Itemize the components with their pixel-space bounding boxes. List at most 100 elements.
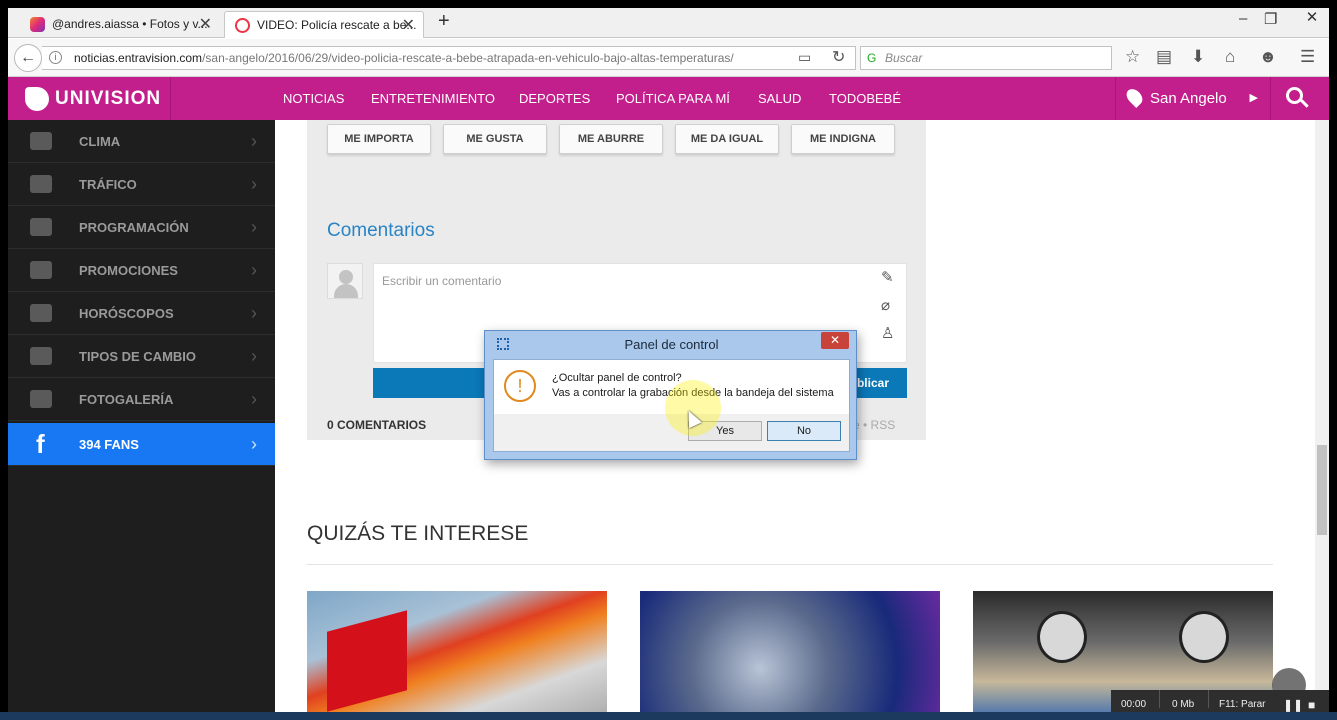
divider [1208,690,1209,708]
traffic-light-icon [30,175,52,193]
tab-instagram[interactable]: @andres.aiassa • Fotos y v... ✕ [20,11,220,38]
comment-count: 0 COMENTARIOS [327,418,427,432]
weather-icon [30,132,52,150]
url-bar[interactable]: noticias.entravision.com/san-angelo/2016… [42,46,856,70]
chevron-right-icon: › [251,174,257,194]
url-path: /san-angelo/2016/06/29/video-policia-res… [202,51,734,65]
site-favicon-icon [235,18,250,33]
nav-deportes[interactable]: DEPORTES [519,77,590,120]
dialog-close-button[interactable]: ✕ [821,332,849,349]
location-selector[interactable]: San Angelo ▶ [1115,77,1271,120]
minimize-icon[interactable]: – [1239,10,1247,27]
download-icon[interactable]: ⬇ [1191,47,1205,67]
chevron-right-icon: › [251,217,257,237]
close-window-icon[interactable]: ✕ [1295,8,1329,28]
sidebar-item-tipos-de-cambio[interactable]: TIPOS DE CAMBIO › [8,335,275,378]
bookmarks-list-icon[interactable]: ▤ [1156,47,1172,67]
tab-label: VIDEO: Policía rescate a be... [257,18,417,32]
sidebar-item-fans[interactable]: f 394 FANS › [8,423,275,466]
sidebar-item-promociones[interactable]: PROMOCIONES › [8,249,275,292]
sidebar-item-clima[interactable]: CLIMA › [8,120,275,163]
close-tab-icon[interactable]: ✕ [199,11,212,38]
search-input[interactable]: G Buscar [860,46,1112,70]
sidebar: CLIMA › TRÁFICO › PROGRAMACIÓN › PROMOCIONE… [8,120,275,720]
reaction-me-aburre-button[interactable]: ME ABURRE [559,124,663,154]
url-domain: noticias.entravision.com [74,51,203,65]
user-settings-icon[interactable]: ♙ [881,324,894,342]
reaction-me-gusta-button[interactable]: ME GUSTA [443,124,547,154]
new-tab-icon[interactable]: + [438,10,450,33]
nav-entretenimiento[interactable]: ENTRETENIMIENTO [371,77,495,120]
sidebar-item-fotogaleria[interactable]: FOTOGALERÍA › [8,378,275,421]
search-placeholder: Buscar [885,51,923,65]
camera-icon [30,390,52,408]
bookmark-star-icon[interactable]: ☆ [1125,47,1140,67]
divider [170,77,171,120]
univision-logo-icon [25,87,49,111]
navigation-toolbar: ← noticias.entravision.com/san-angelo/20… [8,39,1329,77]
chevron-right-icon: › [251,434,257,454]
reaction-me-indigna-button[interactable]: ME INDIGNA [791,124,895,154]
os-taskbar [0,712,1337,720]
avatar [327,263,363,299]
reaction-me-da-igual-button[interactable]: ME DA IGUAL [675,124,779,154]
divider [1159,690,1160,708]
sidebar-item-horoscopos[interactable]: HORÓSCOPOS › [8,292,275,335]
back-button[interactable]: ← [14,44,42,72]
restore-icon[interactable]: ❐ [1264,10,1277,28]
reader-view-icon[interactable]: ▭ [798,49,811,66]
warning-icon: ! [504,370,536,402]
no-button[interactable]: No [767,421,841,441]
search-engine-icon: G [867,51,877,65]
tab-bar: @andres.aiassa • Fotos y v... ✕ VIDEO: P… [8,8,1329,38]
chevron-right-icon: › [251,346,257,366]
chevron-right-icon: › [251,303,257,323]
nav-todobebe[interactable]: TODOBEBÉ [829,77,901,120]
scrollbar-thumb[interactable] [1317,445,1327,535]
related-card-crash[interactable] [640,591,940,720]
sidebar-item-label: FOTOGALERÍA [79,392,174,407]
chevron-right-icon: › [251,389,257,409]
dollar-icon [30,347,52,365]
nav-noticias[interactable]: NOTICIAS [283,77,344,120]
logo-text: UNIVISION [55,88,162,109]
search-icon[interactable] [1286,87,1310,111]
gear-icon [30,261,52,279]
tab-label: @andres.aiassa • Fotos y v... [52,17,208,31]
univision-logo[interactable]: UNIVISION [25,86,161,112]
dialog-question: ¿Ocultar panel de control? [552,372,682,384]
page-scrollbar[interactable] [1315,120,1329,720]
menu-icon [30,218,52,236]
horoscope-icon [30,304,52,322]
attachment-icon[interactable]: ⌀ [881,296,890,314]
chevron-right-icon: › [251,260,257,280]
related-card-ambulance[interactable] [307,591,607,720]
browser-window: @andres.aiassa • Fotos y v... ✕ VIDEO: P… [8,8,1329,720]
location-label: San Angelo [1150,90,1227,107]
comment-placeholder: Escribir un comentario [382,274,502,288]
home-icon[interactable]: ⌂ [1225,47,1235,67]
nav-salud[interactable]: SALUD [758,77,801,120]
nav-politica[interactable]: POLÍTICA PARA MÍ [616,77,730,120]
info-icon[interactable]: i [49,51,62,64]
sidebar-item-label: PROMOCIONES [79,263,178,278]
reload-icon[interactable]: ↻ [832,47,845,67]
hamburger-menu-icon[interactable]: ☰ [1300,47,1315,67]
sidebar-item-label: 394 FANS [79,437,139,452]
divider [307,564,1273,565]
related-title: QUIZÁS TE INTERESE [307,522,529,545]
sidebar-item-label: TIPOS DE CAMBIO [79,349,197,364]
dialog-title: Panel de control [624,337,719,352]
sidebar-item-label: TRÁFICO [79,177,137,192]
facebook-icon: f [36,429,45,459]
sidebar-item-programacion[interactable]: PROGRAMACIÓN › [8,206,275,249]
sidebar-item-trafico[interactable]: TRÁFICO › [8,163,275,206]
sidebar-item-label: PROGRAMACIÓN [79,220,189,235]
pocket-icon[interactable]: ☻ [1259,47,1277,67]
close-tab-icon[interactable]: ✕ [402,12,415,38]
sidebar-item-label: HORÓSCOPOS [79,306,174,321]
reaction-me-importa-button[interactable]: ME IMPORTA [327,124,431,154]
comments-title: Comentarios [327,220,435,241]
tab-video[interactable]: VIDEO: Policía rescate a be... ✕ [224,11,424,38]
pencil-icon[interactable]: ✎ [881,268,894,286]
